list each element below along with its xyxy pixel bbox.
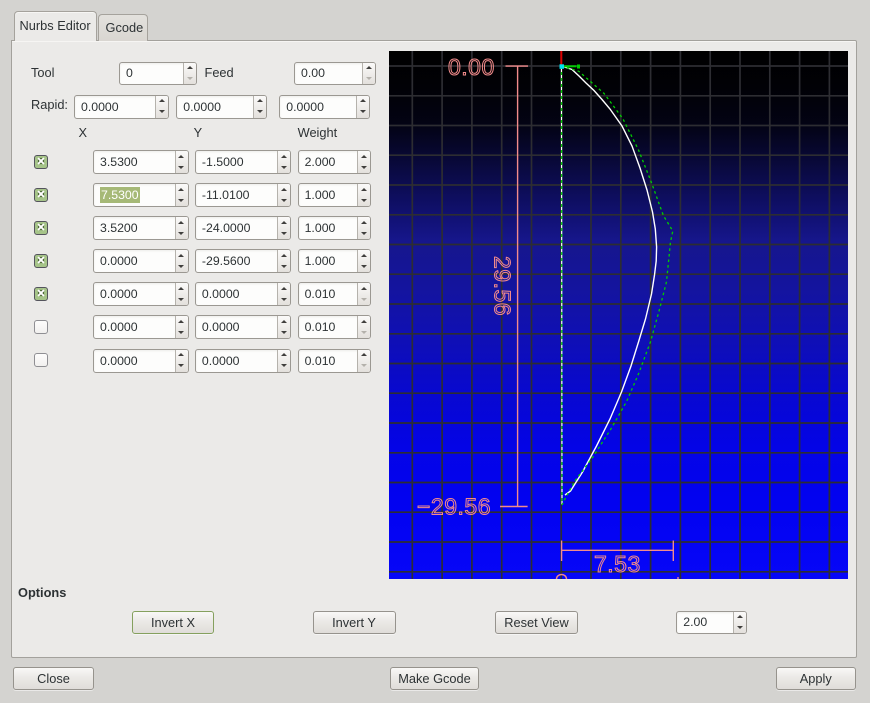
svg-text:7.53: 7.53 — [594, 551, 641, 577]
svg-text:−29.56: −29.56 — [417, 494, 491, 520]
svg-text:0.00: 0.00 — [448, 54, 495, 80]
svg-text:29.56: 29.56 — [490, 256, 516, 316]
